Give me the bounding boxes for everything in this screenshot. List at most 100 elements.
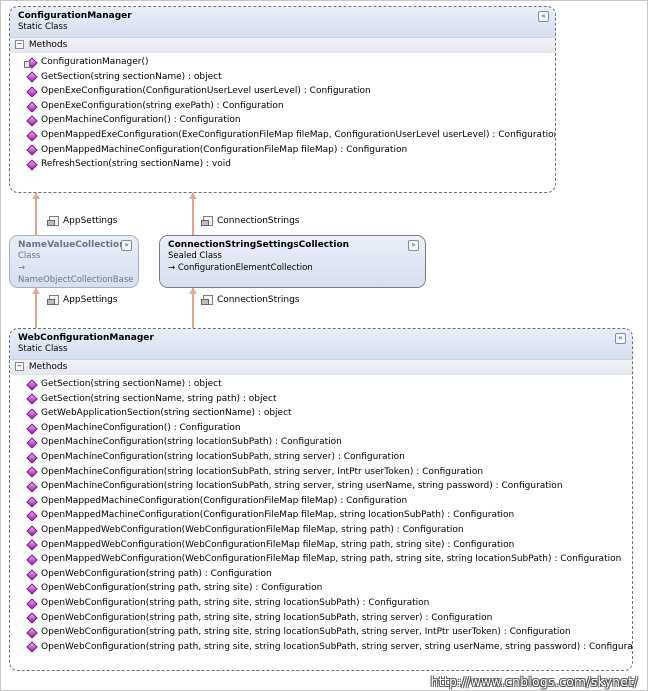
method-row[interactable]: OpenWebConfiguration(string path) : Conf… [26,567,632,582]
method-signature: OpenWebConfiguration(string path, string… [41,627,571,638]
static-method-icon [26,100,38,113]
static-method-icon [26,583,38,595]
static-method-icon [26,481,38,493]
static-method-icon [26,466,38,479]
methods-section-header[interactable]: − Methods [10,37,555,53]
web-configuration-manager-class[interactable]: WebConfigurationManager Static Class « −… [9,328,633,671]
arrowhead [32,193,40,199]
connection-string-settings-collection-class[interactable]: ConnectionStringSettingsCollection Seale… [159,235,426,288]
methods-section-header[interactable]: − Methods [10,359,632,375]
property-icon [47,295,59,305]
method-row[interactable]: RefreshSection(string sectionName) : voi… [26,157,555,172]
static-method-icon [26,539,38,551]
method-signature: OpenExeConfiguration(ConfigurationUserLe… [41,86,371,97]
method-signature: OpenMappedMachineConfiguration(Configura… [41,495,408,506]
association-label-appsettings-bottom: AppSettings [47,294,118,306]
method-signature: OpenWebConfiguration(string path, string… [41,597,430,608]
base-class: → NameObjectCollectionBase [18,263,134,285]
class-kind: Static Class [18,344,68,354]
method-row[interactable]: OpenWebConfiguration(string path, string… [26,640,632,655]
class-kind: Sealed Class [168,251,222,261]
static-method-icon [26,379,38,391]
constructor-method-icon [24,57,38,69]
method-row[interactable]: OpenMappedExeConfiguration(ExeConfigurat… [26,128,555,143]
association-line-appsettings-bottom [35,288,37,328]
property-icon [201,295,213,305]
static-method-icon [26,627,38,639]
class-header[interactable]: ConnectionStringSettingsCollection Seale… [160,236,425,287]
method-row[interactable]: OpenExeConfiguration(string exePath) : C… [26,99,555,114]
methods-list: GetSection(string sectionName) : object G… [10,375,632,656]
association-label-connectionstrings-top: ConnectionStrings [201,215,299,227]
static-method-icon [26,408,38,420]
method-row[interactable]: OpenMachineConfiguration(string location… [26,465,632,480]
static-method-icon [26,159,38,171]
method-row[interactable]: OpenMappedWebConfiguration(WebConfigurat… [26,552,632,567]
method-row[interactable]: OpenWebConfiguration(string path, string… [26,581,632,596]
class-header[interactable]: NameValueCollection Class → NameObjectCo… [10,236,138,287]
method-signature: OpenMappedWebConfiguration(WebConfigurat… [41,539,515,550]
static-method-icon [26,452,38,464]
method-row[interactable]: OpenMachineConfiguration(string location… [26,479,632,494]
method-signature: GetSection(string sectionName) : object [41,379,222,389]
method-signature: OpenMachineConfiguration(string location… [41,451,405,462]
method-row[interactable]: OpenMappedWebConfiguration(WebConfigurat… [26,538,632,553]
static-method-icon [26,422,38,435]
static-method-icon [26,641,38,654]
method-row[interactable]: GetSection(string sectionName) : object [26,70,555,85]
method-row[interactable]: OpenMappedMachineConfiguration(Configura… [26,143,555,158]
method-row[interactable]: OpenWebConfiguration(string path, string… [26,611,632,626]
section-label: Methods [28,40,68,50]
method-row[interactable]: OpenMappedWebConfiguration(WebConfigurat… [26,523,632,538]
static-method-icon [26,71,38,84]
method-signature: RefreshSection(string sectionName) : voi… [41,159,231,170]
method-signature: OpenMappedMachineConfiguration(Configura… [41,510,515,521]
static-method-icon [26,510,38,522]
method-row[interactable]: GetSection(string sectionName, string pa… [26,392,632,407]
method-row[interactable]: OpenMappedMachineConfiguration(Configura… [26,494,632,509]
class-header[interactable]: WebConfigurationManager Static Class « [10,329,632,359]
method-row[interactable]: OpenExeConfiguration(ConfigurationUserLe… [26,84,555,99]
class-header[interactable]: ConfigurationManager Static Class « [10,7,555,37]
association-label-connectionstrings-bottom: ConnectionStrings [201,294,299,306]
inherit-arrow-icon: → [168,263,176,273]
static-method-icon [26,554,38,566]
method-signature: GetSection(string sectionName, string pa… [41,393,277,404]
association-line-appsettings-top [35,193,37,235]
method-signature: OpenMappedWebConfiguration(WebConfigurat… [41,554,622,565]
method-row[interactable]: OpenWebConfiguration(string path, string… [26,596,632,611]
static-method-icon [26,86,38,98]
method-row[interactable]: OpenMappedMachineConfiguration(Configura… [26,508,632,523]
method-signature: OpenMachineConfiguration(string location… [41,481,563,492]
static-method-icon [26,437,38,449]
minus-toggle-icon[interactable]: − [15,40,24,49]
static-method-icon [26,612,38,624]
expand-icon[interactable]: » [408,240,419,251]
method-row[interactable]: OpenMachineConfiguration() : Configurati… [26,113,555,128]
methods-list: ConfigurationManager() GetSection(string … [10,53,555,174]
method-row[interactable]: ConfigurationManager() [24,55,555,70]
static-method-icon [26,495,38,508]
method-row[interactable]: GetWebApplicationSection(string sectionN… [26,406,632,421]
method-signature: GetWebApplicationSection(string sectionN… [41,408,292,419]
collapse-icon[interactable]: « [538,11,549,22]
base-class: → ConfigurationElementCollection [168,263,313,273]
minus-toggle-icon[interactable]: − [15,362,24,371]
class-name: ConfigurationManager [18,11,132,21]
name-value-collection-class[interactable]: NameValueCollection Class → NameObjectCo… [9,235,139,288]
method-row[interactable]: OpenMachineConfiguration(string location… [26,450,632,465]
expand-icon[interactable]: » [121,240,132,251]
association-line-connectionstrings-top [192,193,194,235]
method-row[interactable]: GetSection(string sectionName) : object [26,377,632,392]
method-signature: GetSection(string sectionName) : object [41,71,222,82]
method-signature: OpenWebConfiguration(string path, string… [41,612,493,623]
method-signature: OpenMappedMachineConfiguration(Configura… [41,144,408,155]
method-row[interactable]: OpenMachineConfiguration(string location… [26,435,632,450]
method-row[interactable]: OpenWebConfiguration(string path, string… [26,625,632,640]
arrowhead [189,288,197,294]
static-method-icon [26,525,38,537]
class-name: NameValueCollection [18,240,126,250]
method-row[interactable]: OpenMachineConfiguration() : Configurati… [26,421,632,436]
collapse-icon[interactable]: « [615,333,626,344]
configuration-manager-class[interactable]: ConfigurationManager Static Class « − Me… [9,6,556,193]
